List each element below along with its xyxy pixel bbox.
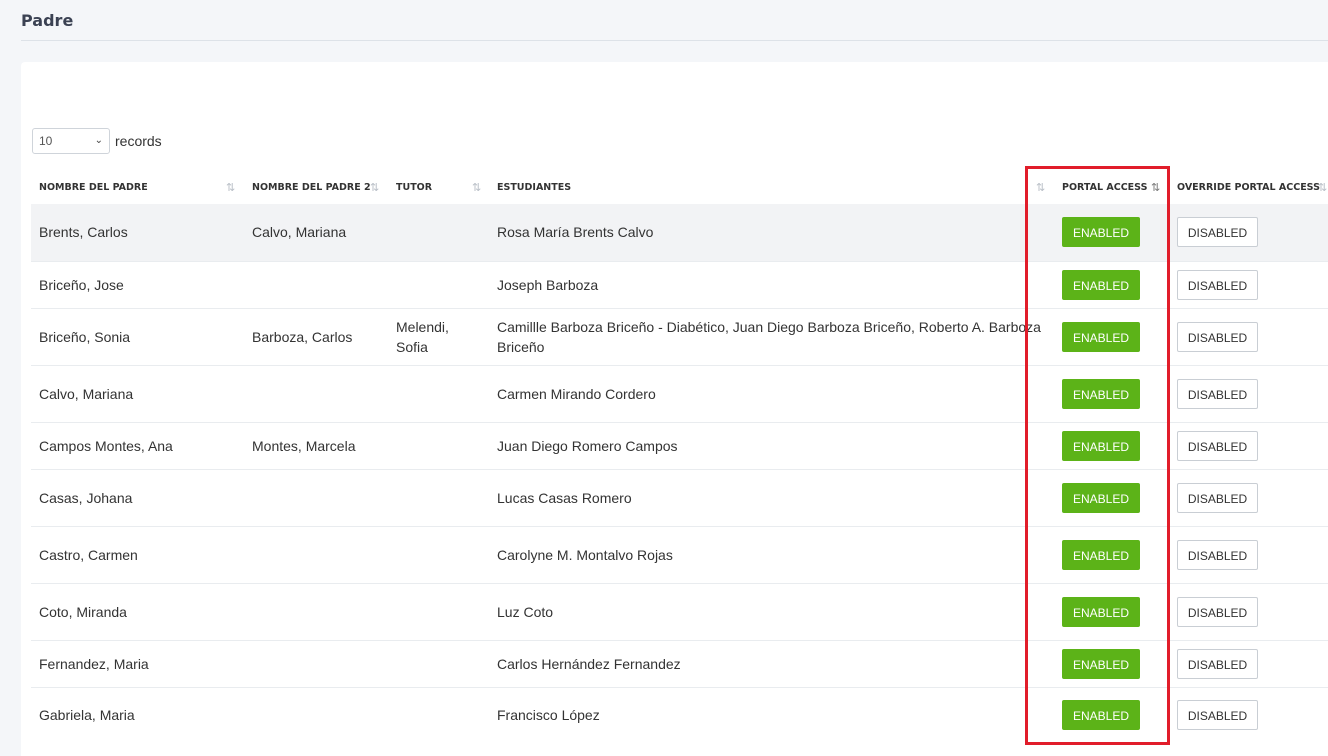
portal-access-enabled-button[interactable]: ENABLED [1062,700,1140,730]
column-header-tutor[interactable]: TUTOR [396,172,432,204]
cell-estudiantes: Carlos Hernández Fernandez [497,656,681,672]
column-header-override-portal-access[interactable]: OVERRIDE PORTAL ACCESS [1177,172,1320,204]
override-portal-access-disabled-button[interactable]: DISABLED [1177,322,1258,352]
table-row: Fernandez, Maria Carlos Hernández Fernan… [31,640,1328,687]
table-row: Briceño, Jose Joseph Barboza ENABLED DIS… [31,261,1328,308]
cell-estudiantes: Rosa María Brents Calvo [497,224,654,240]
column-header-nombre-del-padre[interactable]: NOMBRE DEL PADRE [39,172,148,204]
cell-tutor: Melendi, Sofia [396,319,449,355]
override-portal-access-disabled-button[interactable]: DISABLED [1177,217,1258,247]
cell-nombre-del-padre: Brents, Carlos [39,224,128,240]
cell-estudiantes: Juan Diego Romero Campos [497,438,678,454]
records-label: records [115,133,162,149]
cell-nombre-del-padre: Casas, Johana [39,490,133,506]
override-portal-access-disabled-button[interactable]: DISABLED [1177,649,1258,679]
cell-nombre-del-padre-2: Calvo, Mariana [252,224,347,240]
override-portal-access-disabled-button[interactable]: DISABLED [1177,700,1258,730]
title-divider [21,40,1328,41]
cell-estudiantes: Joseph Barboza [497,277,599,293]
portal-access-enabled-button[interactable]: ENABLED [1062,597,1140,627]
sort-icon[interactable]: ⇅ [226,172,235,204]
table-row: Casas, Johana Lucas Casas Romero ENABLED… [31,469,1328,526]
table-row: Brents, Carlos Calvo, Mariana Rosa María… [31,204,1328,261]
override-portal-access-disabled-button[interactable]: DISABLED [1177,540,1258,570]
table-row: Gabriela, Maria Francisco López ENABLED … [31,687,1328,744]
override-portal-access-disabled-button[interactable]: DISABLED [1177,379,1258,409]
cell-nombre-del-padre: Fernandez, Maria [39,656,149,672]
portal-access-enabled-button[interactable]: ENABLED [1062,322,1140,352]
column-header-nombre-del-padre-2[interactable]: NOMBRE DEL PADRE 2 [252,172,371,204]
page-title: Padre [21,11,74,30]
cell-estudiantes: Carmen Mirando Cordero [497,386,656,402]
table-row: Briceño, Sonia Barboza, Carlos Melendi, … [31,308,1328,365]
cell-nombre-del-padre: Coto, Miranda [39,604,127,620]
table-row: Calvo, Mariana Carmen Mirando Cordero EN… [31,365,1328,422]
sort-icon[interactable]: ⇅ [1036,172,1045,204]
sort-icon[interactable]: ⇅ [370,172,379,204]
portal-access-enabled-button[interactable]: ENABLED [1062,270,1140,300]
chevron-down-icon: ⌄ [94,135,103,146]
cell-estudiantes: Lucas Casas Romero [497,490,632,506]
cell-nombre-del-padre: Gabriela, Maria [39,707,135,723]
portal-access-enabled-button[interactable]: ENABLED [1062,483,1140,513]
table-header: NOMBRE DEL PADRE ⇅ NOMBRE DEL PADRE 2 ⇅ … [31,172,1328,204]
cell-nombre-del-padre-2: Barboza, Carlos [252,329,353,345]
records-per-page-value: 10 [39,134,53,148]
cell-nombre-del-padre: Calvo, Mariana [39,386,134,402]
override-portal-access-disabled-button[interactable]: DISABLED [1177,431,1258,461]
cell-estudiantes: Luz Coto [497,604,554,620]
portal-access-enabled-button[interactable]: ENABLED [1062,217,1140,247]
table-row: Coto, Miranda Luz Coto ENABLED DISABLED [31,583,1328,640]
table-row: Castro, Carmen Carolyne M. Montalvo Roja… [31,526,1328,583]
sort-icon[interactable]: ⇅ [472,172,481,204]
override-portal-access-disabled-button[interactable]: DISABLED [1177,270,1258,300]
sort-icon[interactable]: ⇅ [1318,172,1327,204]
table-row: Campos Montes, Ana Montes, Marcela Juan … [31,422,1328,469]
cell-estudiantes: Camillle Barboza Briceño - Diabético, Ju… [497,319,1041,355]
cell-nombre-del-padre: Castro, Carmen [39,547,138,563]
portal-access-enabled-button[interactable]: ENABLED [1062,431,1140,461]
sort-amount-icon[interactable]: ⇅ [1151,172,1160,204]
cell-nombre-del-padre: Briceño, Sonia [39,329,131,345]
table-card: 10 ⌄ records NOMBRE DEL PADRE ⇅ NOMBRE D… [21,62,1328,756]
cell-estudiantes: Carolyne M. Montalvo Rojas [497,547,673,563]
override-portal-access-disabled-button[interactable]: DISABLED [1177,597,1258,627]
override-portal-access-disabled-button[interactable]: DISABLED [1177,483,1258,513]
portal-access-enabled-button[interactable]: ENABLED [1062,540,1140,570]
cell-estudiantes: Francisco López [497,707,600,723]
portal-access-enabled-button[interactable]: ENABLED [1062,379,1140,409]
cell-nombre-del-padre: Campos Montes, Ana [39,438,173,454]
column-header-portal-access[interactable]: PORTAL ACCESS [1062,172,1147,204]
cell-nombre-del-padre-2: Montes, Marcela [252,438,356,454]
records-per-page-select[interactable]: 10 ⌄ [32,128,110,154]
portal-access-enabled-button[interactable]: ENABLED [1062,649,1140,679]
column-header-estudiantes[interactable]: ESTUDIANTES [497,172,571,204]
cell-nombre-del-padre: Briceño, Jose [39,277,124,293]
